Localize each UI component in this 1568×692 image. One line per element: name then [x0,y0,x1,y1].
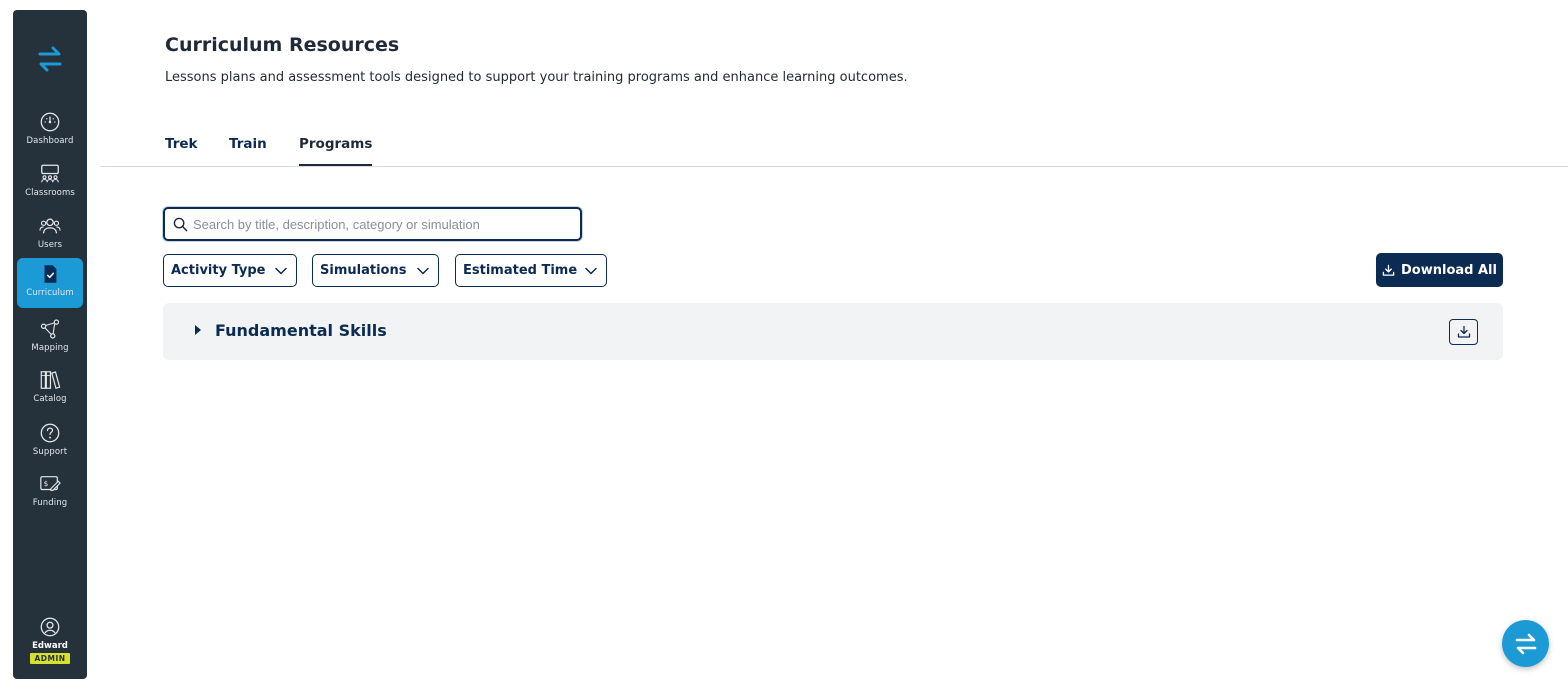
tab-train[interactable]: Train [229,136,267,152]
search-box [163,207,582,241]
sidebar-item-support[interactable]: Support [17,417,83,467]
section-accordion[interactable]: Fundamental Skills [163,303,1503,360]
filter-simulations[interactable]: Simulations [312,254,439,287]
dashboard-gauge-icon [40,112,60,132]
mapping-icon [40,319,60,339]
user-avatar-icon [40,617,60,637]
sidebar-item-label: Support [32,447,68,457]
sidebar-item-users[interactable]: Users [17,210,83,260]
filter-label: Simulations [320,263,407,278]
tab-trek[interactable]: Trek [165,136,198,152]
classrooms-icon [41,164,59,183]
download-icon [1457,325,1470,338]
sidebar-item-label: Mapping [31,343,69,353]
sidebar-item-label: Curriculum [26,288,74,298]
sidebar-item-classrooms[interactable]: Classrooms [17,158,83,208]
svg-text:$: $ [44,479,49,488]
search-icon [173,217,188,231]
logo-icon[interactable] [37,45,63,73]
search-input[interactable] [193,216,573,232]
page-subtitle: Lessons plans and assessment tools desig… [165,70,908,85]
filter-activity-type[interactable]: Activity Type [163,254,297,287]
support-icon [40,423,60,443]
sidebar-item-label: Users [37,240,63,250]
download-all-label: Download All [1401,262,1497,278]
page-title: Curriculum Resources [165,34,400,56]
download-all-button[interactable]: Download All [1376,253,1503,287]
tab-bar: Trek Train Programs [100,128,1568,167]
filter-label: Estimated Time [463,263,578,278]
user-profile[interactable]: Edward ADMIN [13,616,87,664]
sidebar-item-curriculum[interactable]: Curriculum [17,258,83,308]
caret-right-icon[interactable] [195,325,201,335]
sidebar-item-dashboard[interactable]: Dashboard [17,106,83,156]
curriculum-icon [44,265,57,283]
floating-support-button[interactable] [1502,620,1549,667]
chevron-down-icon [585,267,597,274]
sidebar-item-catalog[interactable]: Catalog [17,364,83,414]
filter-label: Activity Type [171,263,266,278]
users-icon [39,218,61,234]
catalog-icon [40,371,61,389]
swap-arrows-icon [1515,633,1536,654]
user-name: Edward [32,641,68,651]
sidebar-item-label: Catalog [33,394,67,404]
sidebar-item-label: Classrooms [25,188,75,198]
section-download-button[interactable] [1449,319,1478,345]
sidebar-item-funding[interactable]: $ Funding [17,468,83,518]
funding-icon: $ [40,476,61,491]
download-icon [1382,264,1395,276]
chevron-down-icon [275,267,287,274]
sidebar: Dashboard Classrooms Users Curriculum Ma… [13,10,87,679]
section-title[interactable]: Fundamental Skills [215,321,387,340]
chevron-down-icon [417,267,429,274]
user-role-badge: ADMIN [30,653,70,664]
sidebar-item-label: Funding [32,498,68,508]
tab-programs[interactable]: Programs [299,136,373,166]
filter-estimated-time[interactable]: Estimated Time [455,254,607,287]
sidebar-item-mapping[interactable]: Mapping [17,313,83,363]
sidebar-item-label: Dashboard [26,136,74,146]
